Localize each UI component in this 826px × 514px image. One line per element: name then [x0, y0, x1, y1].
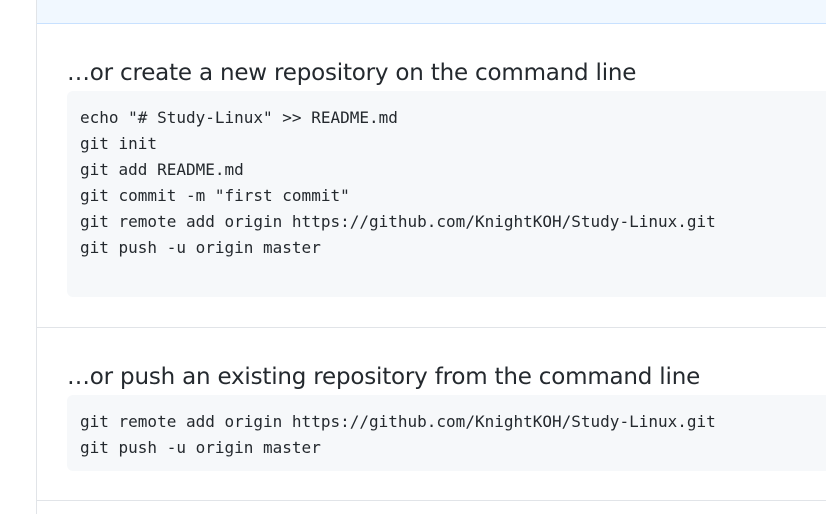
push-existing-section: …or push an existing repository from the… — [37, 328, 826, 500]
left-gutter — [0, 0, 36, 514]
create-repository-code-block[interactable]: echo "# Study-Linux" >> README.md git ini… — [67, 91, 826, 297]
command-line[interactable]: git remote add origin https://github.com… — [80, 409, 826, 435]
command-line[interactable]: git remote add origin https://github.com… — [80, 209, 826, 235]
quick-setup-banner — [37, 0, 826, 24]
command-line[interactable]: git push -u origin master — [80, 435, 826, 461]
command-line[interactable]: git init — [80, 131, 826, 157]
create-repository-heading: …or create a new repository on the comma… — [67, 60, 637, 86]
push-existing-code-block[interactable]: git remote add origin https://github.com… — [67, 395, 826, 471]
create-repository-section: …or create a new repository on the comma… — [37, 24, 826, 327]
command-line[interactable]: git add README.md — [80, 157, 826, 183]
repository-setup-page: …or create a new repository on the comma… — [0, 0, 826, 514]
command-line[interactable]: git commit -m "first commit" — [80, 183, 826, 209]
command-line[interactable]: echo "# Study-Linux" >> README.md — [80, 105, 826, 131]
push-existing-heading: …or push an existing repository from the… — [67, 364, 701, 390]
section-divider — [37, 500, 826, 501]
command-line[interactable]: git push -u origin master — [80, 235, 826, 261]
